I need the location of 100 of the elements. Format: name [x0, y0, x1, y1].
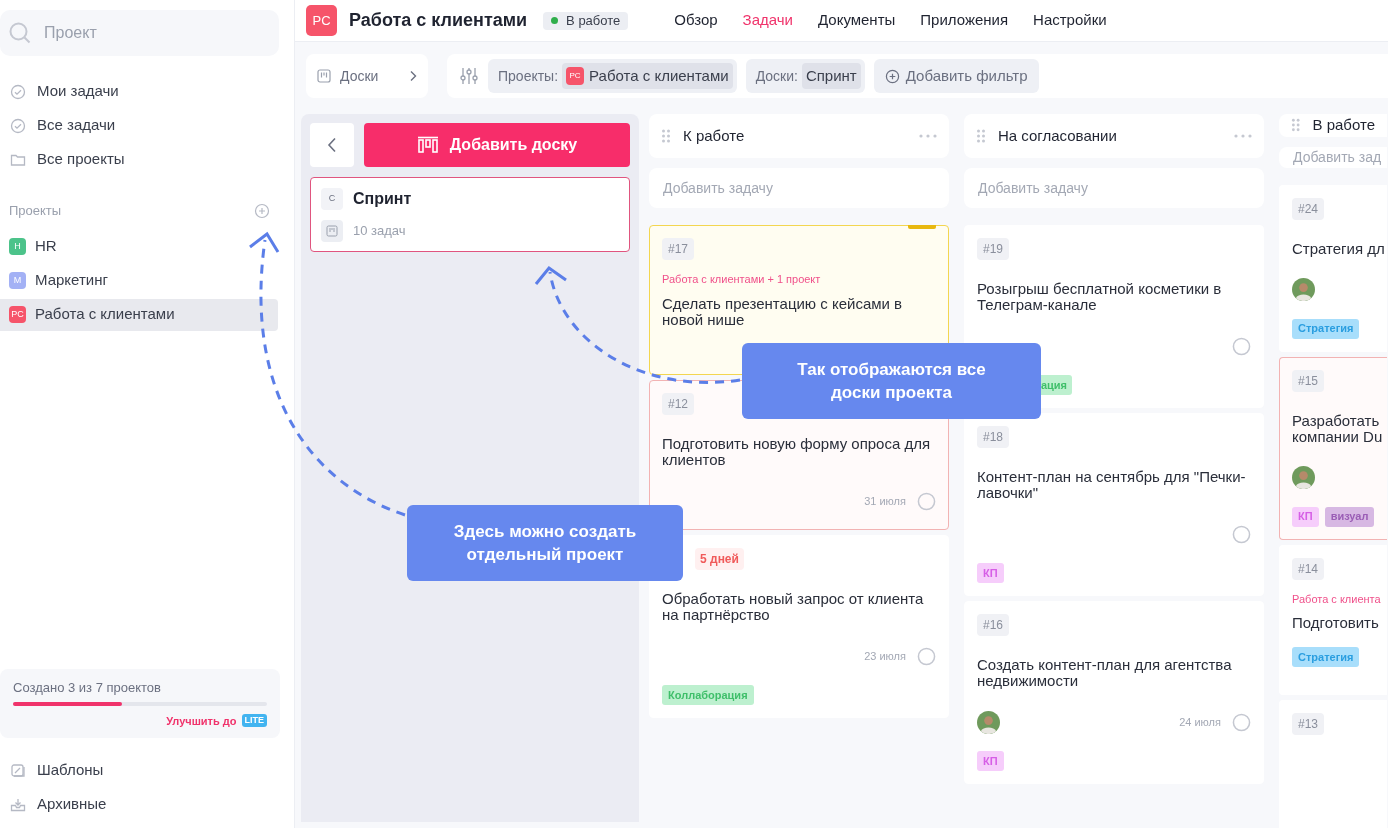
task-id: #12	[662, 393, 695, 415]
search-icon	[8, 21, 32, 45]
back-button[interactable]	[310, 123, 354, 167]
board-icon	[317, 69, 331, 83]
task-card[interactable]: 5 дней Обработать новый запрос от клиента на партнёрство 23 июля Коллаборация	[649, 535, 949, 718]
due-date: 23 июля	[864, 648, 906, 664]
template-icon	[10, 762, 26, 779]
tag: Стратегия	[1292, 647, 1360, 667]
board-card[interactable]: С Спринт 10 задач	[310, 177, 630, 252]
task-title: Контент-план на сентябрь для "Печки-лавочки"	[977, 469, 1247, 501]
task-title: Сделать презентацию с кейсами в новой нише	[662, 295, 904, 328]
tag: Стратегия	[1292, 318, 1360, 339]
column-title: В работе	[1312, 115, 1375, 135]
project-item[interactable]: M Маркетинг	[0, 264, 278, 297]
nav-tab[interactable]: Настройки	[1033, 9, 1107, 32]
task-title: Подготовить новую форму опроса для клиентов	[662, 436, 932, 468]
filter-value: Спринт	[801, 63, 861, 89]
nav-tab[interactable]: Обзор	[674, 9, 718, 32]
task-title: Разработать компании Du	[1292, 412, 1384, 445]
drag-handle-icon[interactable]	[1291, 117, 1301, 134]
due-date: 24 июля	[1179, 714, 1221, 730]
filter-value: PC Работа с клиентами	[562, 63, 733, 89]
add-icon[interactable]	[254, 202, 270, 219]
due-date: 31 июля	[864, 493, 906, 509]
filter-chip[interactable]: Доски: Спринт	[745, 59, 865, 93]
upgrade-link[interactable]: Улучшить до	[166, 712, 237, 729]
task-id: #19	[977, 238, 1010, 260]
boards-button[interactable]: Доски	[306, 54, 428, 98]
more-icon[interactable]	[1234, 134, 1252, 138]
project-item[interactable]: PC Работа с клиентами	[0, 298, 278, 331]
task-id: #16	[977, 614, 1010, 636]
priority-flag	[908, 225, 936, 229]
tag: КП	[977, 563, 1004, 583]
task-id: #24	[1292, 197, 1325, 220]
task-card[interactable]: #18 Контент-план на сентябрь для "Печки-лавочки" КП	[964, 413, 1264, 596]
task-id: #18	[977, 426, 1010, 448]
column-title: На согласовании	[998, 125, 1117, 146]
project-avatar: PC	[306, 5, 337, 36]
nav-tab[interactable]: Приложения	[920, 9, 1009, 32]
check-circle-icon	[10, 117, 26, 134]
tag: Коллаборация	[662, 685, 754, 705]
board-name: Спринт	[353, 189, 412, 209]
complete-toggle-icon[interactable]	[1232, 336, 1251, 356]
add-icon	[884, 68, 900, 84]
tag: КП	[977, 751, 1004, 771]
complete-toggle-icon[interactable]	[1232, 524, 1251, 544]
complete-toggle-icon[interactable]	[917, 491, 936, 511]
nav-item[interactable]: Все задачи	[0, 114, 294, 137]
task-title: Розыгрыш бесплатной косметики в Телеграм-канале	[977, 281, 1223, 313]
usage-text: Создано 3 из 7 проектов	[13, 679, 162, 697]
add-filter-button[interactable]: Добавить фильтр	[873, 59, 1039, 93]
column-title: К работе	[683, 125, 745, 146]
check-circle-icon	[10, 83, 26, 100]
task-card[interactable]: #14 Работа с клиента Подготовить Стратегия	[1279, 544, 1387, 695]
nav-tab[interactable]: Документы	[818, 9, 896, 32]
task-id: #17	[662, 238, 695, 260]
task-card[interactable]: #15 Разработать компании Du КП визуал	[1279, 356, 1387, 540]
drag-handle-icon[interactable]	[661, 128, 671, 144]
task-id: #14	[1292, 557, 1325, 580]
chevron-right-icon	[409, 70, 417, 82]
complete-toggle-icon[interactable]	[1232, 712, 1251, 732]
inbox-icon	[10, 796, 26, 813]
drag-handle-icon[interactable]	[976, 128, 986, 144]
task-title: Обработать новый запрос от клиента на партнёрство	[662, 591, 925, 623]
project-link[interactable]: Работа с клиента	[1292, 590, 1387, 607]
chevron-left-icon	[327, 137, 337, 153]
task-id: #13	[1292, 712, 1325, 735]
project-badge: M	[9, 272, 26, 289]
search-field[interactable]: Проект	[0, 10, 279, 56]
project-title: Работа с клиентами	[349, 9, 528, 32]
project-item[interactable]: H HR	[0, 230, 278, 263]
task-title: Создать контент-план для агентства недвижимости	[977, 657, 1233, 689]
callout-tooltip: Так отображаются все доски проекта	[742, 343, 1041, 419]
sliders-icon[interactable]	[459, 66, 479, 86]
filter-chip[interactable]: Проекты: PC Работа с клиентами	[488, 59, 737, 93]
deadline-badge: 5 дней	[695, 548, 744, 570]
nav-item[interactable]: Архивные	[0, 793, 294, 816]
task-card[interactable]: #16 Создать контент-план для агентства недвижимости 24 июля КП	[964, 601, 1264, 784]
project-avatar: PC	[566, 67, 585, 85]
nav-item[interactable]: Мои задачи	[0, 80, 294, 103]
board-icon	[416, 136, 439, 154]
plan-badge: LITE	[241, 714, 267, 728]
status-badge: В работе	[543, 11, 629, 30]
task-title: Стратегия дл	[1292, 240, 1386, 257]
project-badge: PC	[9, 306, 26, 323]
board-letter: С	[321, 188, 343, 210]
task-card[interactable]: #24 Стратегия дл Стратегия	[1279, 184, 1387, 352]
tag: КП	[1292, 506, 1319, 527]
board-icon	[326, 225, 338, 237]
nav-item[interactable]: Шаблоны	[0, 759, 294, 782]
complete-toggle-icon[interactable]	[917, 646, 936, 666]
more-icon[interactable]	[919, 134, 937, 138]
section-title: Проекты	[9, 202, 62, 220]
nav-tab[interactable]: Задачи	[742, 9, 793, 32]
task-title: Подготовить	[1292, 615, 1380, 631]
nav-item[interactable]: Все проекты	[0, 148, 294, 171]
add-board-button[interactable]: Добавить доску	[364, 123, 630, 167]
tag: визуал	[1324, 506, 1375, 527]
callout-tooltip: Здесь можно создать отдельный проект	[407, 505, 683, 581]
task-id: #15	[1292, 369, 1325, 392]
